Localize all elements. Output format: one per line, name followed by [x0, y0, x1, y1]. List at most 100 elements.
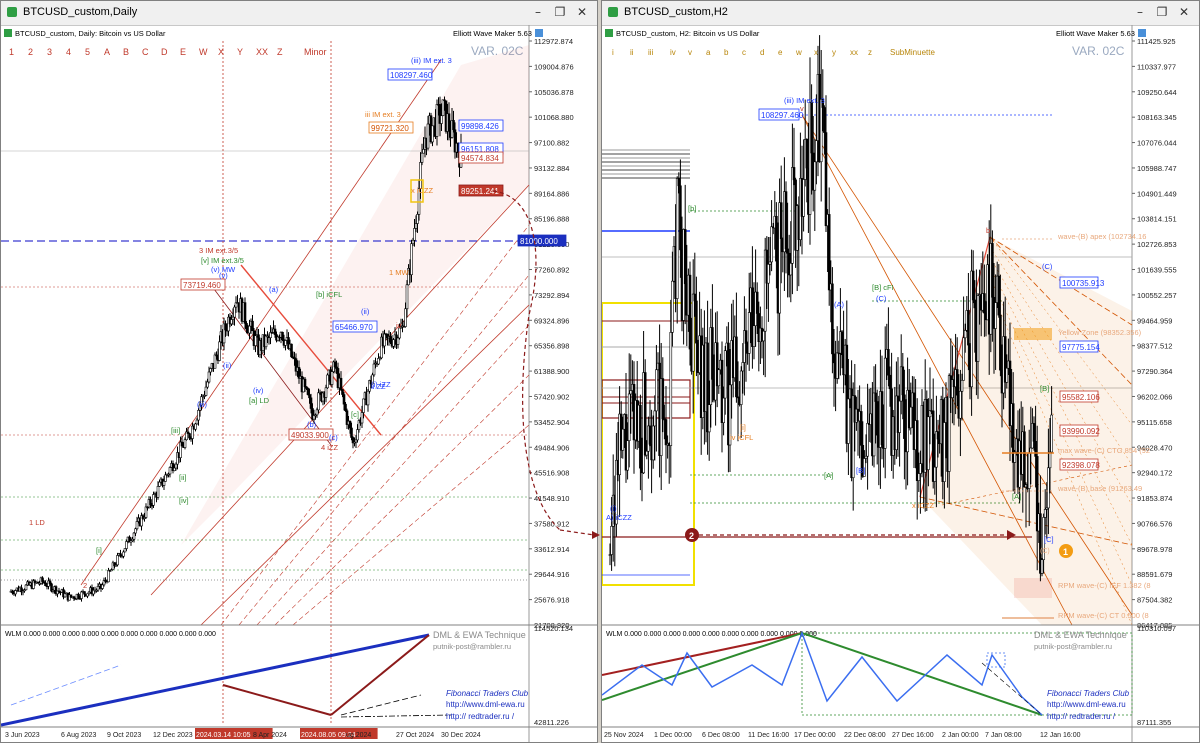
plugin-name: Elliott Wave Maker 5.63 [1056, 29, 1135, 38]
candle-body [872, 392, 876, 457]
candle-body [281, 331, 284, 341]
restore-icon[interactable]: ❐ [549, 3, 571, 21]
candle-body [819, 99, 823, 163]
degree-label: B [123, 47, 129, 57]
wlm-line-blue [602, 630, 1043, 716]
daily-chart-canvas[interactable]: 112972.874 109004.876 105036.878 101068.880… [1, 25, 597, 742]
candle-body [309, 397, 313, 409]
wave-label: [ii] [179, 473, 187, 482]
close-icon[interactable]: ✕ [1173, 3, 1195, 21]
chart-icon [4, 29, 12, 37]
price-scale-label: 110337.977 [1137, 62, 1176, 71]
degree-label: iii [648, 48, 654, 57]
candle-body [366, 390, 370, 406]
price-tag: 108297.460 [761, 111, 804, 120]
watermark-line: http:// redtrader.ru / [446, 712, 515, 721]
candle-body [927, 416, 930, 470]
candle-body [377, 358, 380, 365]
degree-label: C [142, 47, 149, 57]
candle-body [917, 473, 921, 481]
degree-label: b [724, 48, 729, 57]
wave-label: [v] IM ext.3/5 [201, 256, 244, 265]
candle-body [955, 369, 959, 396]
time-axis-label: 27 Dec 16:00 [892, 732, 934, 739]
wave-label: (ii) [361, 307, 370, 316]
window-titlebar[interactable]: BTCUSD_custom,H2 – ❐ ✕ [602, 1, 1199, 26]
minimize-icon[interactable]: – [527, 3, 549, 21]
chart-window-daily[interactable]: BTCUSD_custom,Daily – ❐ ✕ 112972.874 1090… [0, 0, 598, 743]
candle-body [132, 532, 136, 540]
candle-body [1040, 559, 1044, 574]
time-axis-label: 6 Dec 08:00 [702, 732, 740, 739]
candle-body [744, 330, 748, 344]
degree-label: v [688, 48, 692, 57]
candle-body [341, 389, 344, 395]
candle-body [315, 409, 319, 416]
candle-body [832, 353, 836, 364]
candle-body [264, 335, 268, 348]
candle-body [392, 339, 395, 347]
time-axis-label: 8 Apr 2024 [253, 732, 287, 739]
candle-body [107, 570, 110, 583]
candle-body [248, 325, 251, 334]
wave-label: [B] cFI [872, 283, 894, 292]
candle-body [775, 215, 778, 262]
degree-label: W [199, 47, 208, 57]
degree-label: z [868, 48, 872, 57]
candle-body [411, 239, 415, 245]
restore-icon[interactable]: ❐ [1151, 3, 1173, 21]
candle-body [48, 580, 52, 585]
price-tag: 73719.460 [183, 281, 221, 290]
candle-body [273, 328, 277, 335]
candle-body [976, 295, 980, 362]
degree-label: Z [277, 47, 283, 57]
candle-body [404, 308, 407, 327]
price-scale-label: 107076.044 [1137, 139, 1177, 148]
chart-header: BTCUSD_custom, H2: Bitcoin vs US Dollar [616, 29, 760, 38]
degree-label: a [706, 48, 711, 57]
candle-body [101, 584, 104, 589]
candle-body [645, 450, 649, 456]
candle-body [643, 372, 647, 456]
daily-candles [9, 96, 463, 602]
candle-body [983, 293, 986, 314]
price-tag: 94574.834 [461, 154, 499, 163]
wave-label: [a] LD [249, 396, 270, 405]
candle-body [971, 270, 975, 301]
close-icon[interactable]: ✕ [571, 3, 593, 21]
candle-body [422, 149, 425, 154]
watermark-line: http://www.dml-ewa.ru [446, 700, 525, 709]
time-axis-label: 7 Jan 08:00 [985, 732, 1022, 739]
window-titlebar[interactable]: BTCUSD_custom,Daily – ❐ ✕ [1, 1, 597, 26]
price-scale-label: 25676.918 [534, 596, 569, 605]
candle-body [739, 370, 743, 405]
wave-label: (ii) [223, 361, 232, 370]
price-tag: 99721.320 [371, 124, 409, 133]
degree-label: 2 [28, 47, 33, 57]
price-scale-label: 88591.679 [1137, 570, 1172, 579]
h2-chart-canvas[interactable]: 111425.925 110337.977 109250.644 108163.345… [602, 25, 1199, 742]
candle-body [206, 381, 209, 388]
wave-label: 1 MW [389, 268, 410, 277]
watermark-line: putnik-post@rambler.ru [1034, 642, 1112, 651]
candle-body [999, 314, 1002, 371]
wave-label: iv iCFL [730, 433, 753, 442]
candle-body [653, 410, 657, 427]
price-scale-label: 73292.894 [534, 291, 569, 300]
wave-label: [C] [1044, 535, 1054, 544]
minimize-icon[interactable]: – [1129, 3, 1151, 21]
degree-label: X [218, 47, 224, 57]
candle-body [306, 388, 310, 395]
time-axis-label: 25 Nov 2024 [604, 732, 644, 739]
price-tag: 100735.913 [1062, 279, 1105, 288]
candle-body [919, 463, 922, 474]
degree-label: e [778, 48, 783, 57]
chart-window-h2[interactable]: BTCUSD_custom,H2 – ❐ ✕ 111425.925 110337.… [601, 0, 1200, 743]
candle-body [158, 481, 161, 487]
candle-body [188, 433, 191, 439]
wave-label: [i] [96, 546, 102, 555]
candle-body [1050, 414, 1053, 453]
price-scale-label: 99464.959 [1137, 316, 1172, 325]
price-scale-label: 101068.880 [534, 113, 574, 122]
wave-label: [b] [688, 204, 696, 213]
